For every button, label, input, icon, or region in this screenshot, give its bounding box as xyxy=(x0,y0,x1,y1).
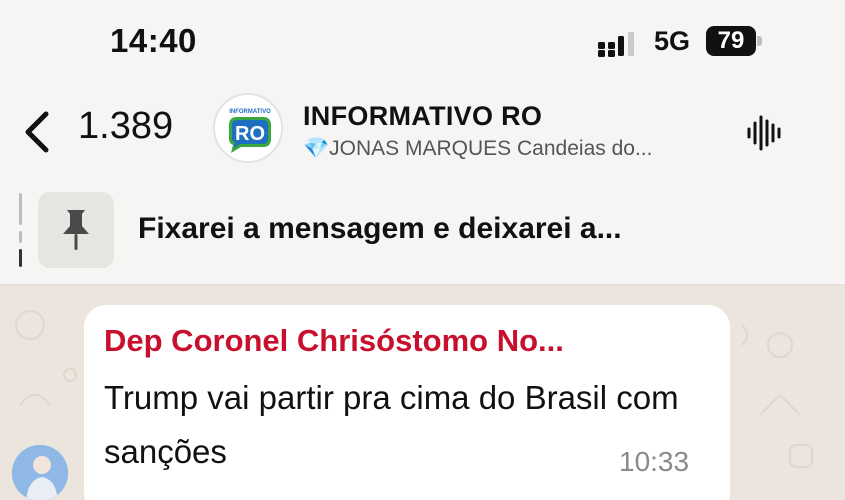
pinned-indicator xyxy=(19,193,22,267)
chat-subtitle[interactable]: 💎JONAS MARQUES Candeias do... xyxy=(303,137,652,161)
battery-icon: 79 xyxy=(706,26,762,56)
pinned-message-text: Fixarei a mensagem e deixarei a... xyxy=(138,212,622,245)
message-timestamp: 10:33 xyxy=(619,446,690,477)
message-sender[interactable]: Dep Coronel Chrisóstomo No... xyxy=(104,323,564,359)
back-button[interactable] xyxy=(22,107,62,157)
message-text: Trump vai partir pra cima do Brasil com … xyxy=(104,379,679,470)
status-time: 14:40 xyxy=(110,22,197,59)
chat-messages[interactable]: Dep Coronel Chrisóstomo No... Trump vai … xyxy=(0,285,845,500)
pin-thumbnail xyxy=(38,192,114,268)
logo-text: RO xyxy=(235,123,265,145)
back-chevron-icon xyxy=(25,111,49,153)
logo-small-text: INFORMATIVO xyxy=(229,109,271,115)
unread-count[interactable]: 1.389 xyxy=(78,105,173,148)
chat-header: 1.389 RO INFORMATIVO INFORMATIVO RO 💎JON… xyxy=(0,85,845,180)
status-bar: 14:40 5G 79 xyxy=(0,0,845,85)
voice-waveform-icon xyxy=(747,115,781,151)
battery-level: 79 xyxy=(706,26,756,56)
voice-chat-button[interactable] xyxy=(745,113,785,153)
gem-icon: 💎 xyxy=(303,137,330,160)
chat-title[interactable]: INFORMATIVO RO xyxy=(303,101,542,132)
group-avatar[interactable]: RO INFORMATIVO xyxy=(213,93,283,163)
informativo-ro-logo: RO INFORMATIVO xyxy=(217,97,281,161)
cellular-signal-icon xyxy=(598,30,644,57)
pin-icon xyxy=(63,210,89,250)
chat-subtitle-text: JONAS MARQUES Candeias do... xyxy=(329,137,653,160)
message-bubble[interactable]: Dep Coronel Chrisóstomo No... Trump vai … xyxy=(84,305,730,500)
network-type: 5G xyxy=(654,26,691,56)
pinned-message-bar[interactable]: Fixarei a mensagem e deixarei a... xyxy=(0,180,845,285)
sender-avatar[interactable] xyxy=(12,445,68,500)
sender-photo xyxy=(12,445,68,500)
